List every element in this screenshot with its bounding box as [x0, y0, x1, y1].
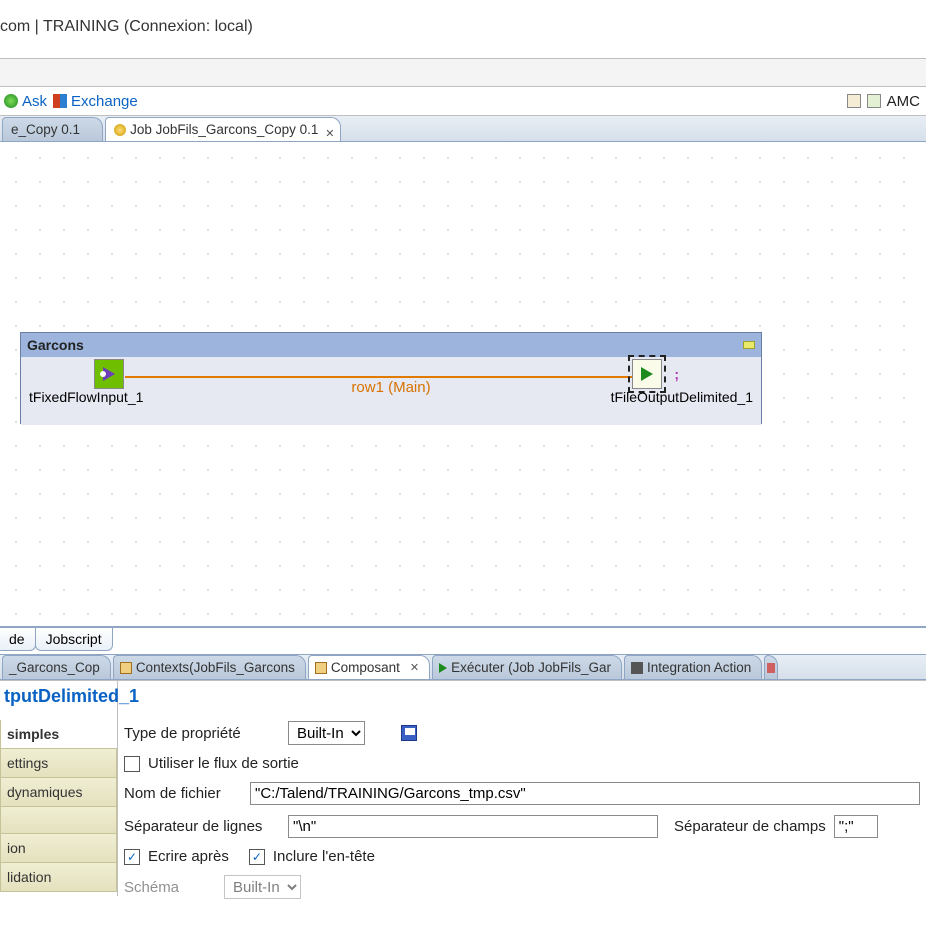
sidenav-ion[interactable]: ion [0, 833, 117, 863]
save-icon[interactable] [401, 725, 417, 741]
row-sep-label: Séparateur de lignes [124, 818, 280, 835]
row-separators: Séparateur de lignes Séparateur de champ… [124, 815, 920, 838]
toolbar-separator [0, 58, 926, 86]
write-after-label: Ecrire après [148, 848, 229, 865]
row-use-stream: Utiliser le flux de sortie [124, 755, 920, 772]
btab-more[interactable] [764, 655, 778, 679]
btab-integration[interactable]: Integration Action [624, 655, 762, 679]
property-type-select[interactable]: Built-In [288, 721, 365, 745]
subjob-title: Garcons [27, 337, 84, 353]
component-form: Type de propriété Built-In Utiliser le f… [118, 681, 926, 896]
btab-composant[interactable]: Composant ✕ [308, 655, 430, 679]
amc-icon-1[interactable] [847, 94, 861, 108]
use-stream-checkbox[interactable] [124, 756, 140, 772]
component-tfileoutputdelimited[interactable]: ; tFileOutputDelimited_1 [611, 359, 683, 405]
amc-icon-2[interactable] [867, 94, 881, 108]
include-header-label: Inclure l'en-tête [273, 848, 375, 865]
btab-label: Exécuter (Job JobFils_Gar [451, 656, 611, 680]
tab-label: Job JobFils_Garcons_Copy 0.1 [130, 118, 318, 142]
subjob-garcons[interactable]: Garcons tFixedFlowInput_1 row1 (Main) ; … [20, 332, 762, 424]
schema-select[interactable]: Built-In [224, 875, 301, 899]
exchange-icon [53, 94, 67, 108]
field-sep-input[interactable] [834, 815, 878, 838]
more-icon [767, 663, 775, 673]
design-canvas[interactable]: Garcons tFixedFlowInput_1 row1 (Main) ; … [0, 142, 926, 626]
tab-label: e_Copy 0.1 [11, 118, 80, 142]
include-header-checkbox[interactable] [249, 849, 265, 865]
close-icon[interactable]: ✕ [410, 656, 419, 680]
filename-label: Nom de fichier [124, 785, 242, 802]
midtab-jobscript[interactable]: Jobscript [35, 628, 113, 651]
btab-label: Integration Action [647, 656, 751, 680]
contexts-icon [120, 662, 132, 674]
sidenav-lidation[interactable]: lidation [0, 862, 117, 892]
sidenav-simples[interactable]: simples [0, 720, 117, 749]
midtab-de[interactable]: de [0, 628, 36, 651]
row-link[interactable] [125, 376, 639, 378]
btab-contexts[interactable]: Contexts(JobFils_Garcons [113, 655, 306, 679]
window-title: com | TRAINING (Connexion: local) [0, 0, 926, 58]
exchange-link[interactable]: Exchange [53, 93, 138, 110]
tab-jobfils-garcons[interactable]: Job JobFils_Garcons_Copy 0.1 ✕ [105, 117, 341, 141]
job-icon [114, 124, 126, 136]
filename-input[interactable] [250, 782, 920, 805]
component-panel: simples ettings dynamiques ion lidation … [0, 680, 926, 896]
tab-copy[interactable]: e_Copy 0.1 [2, 117, 103, 141]
schema-label: Schéma [124, 879, 216, 896]
collapse-icon[interactable] [743, 341, 755, 349]
subjob-body: tFixedFlowInput_1 row1 (Main) ; tFileOut… [21, 357, 761, 425]
sidenav-dynamiques[interactable]: dynamiques [0, 777, 117, 807]
use-stream-label: Utiliser le flux de sortie [148, 755, 299, 772]
toolbar: Ask Exchange AMC [0, 86, 926, 116]
amc-label[interactable]: AMC [887, 93, 920, 110]
run-icon [439, 663, 447, 673]
close-icon[interactable]: ✕ [325, 122, 334, 146]
subjob-header[interactable]: Garcons [21, 333, 761, 357]
ask-icon [4, 94, 18, 108]
btab-label: Composant [331, 656, 400, 680]
row-write-header: Ecrire après Inclure l'en-tête [124, 848, 920, 865]
ask-label: Ask [22, 93, 47, 110]
btab-executer[interactable]: Exécuter (Job JobFils_Gar [432, 655, 622, 679]
row-sep-input[interactable] [288, 815, 658, 838]
field-sep-label: Séparateur de champs [674, 818, 826, 835]
sidenav-blank[interactable] [0, 806, 117, 834]
exchange-label: Exchange [71, 93, 138, 110]
row-property-type: Type de propriété Built-In [124, 721, 920, 745]
btab-label: Contexts(JobFils_Garcons [136, 656, 295, 680]
property-type-label: Type de propriété [124, 725, 280, 742]
btab-label: _Garcons_Cop [9, 656, 100, 680]
sidenav-ettings[interactable]: ettings [0, 748, 117, 778]
row-filename: Nom de fichier [124, 782, 920, 805]
row-schema: Schéma Built-In [124, 875, 920, 899]
component-label: tFileOutputDelimited_1 [611, 389, 753, 405]
view-tabs: _Garcons_Cop Contexts(JobFils_Garcons Co… [0, 654, 926, 680]
component-icon [315, 662, 327, 674]
editor-tabs: e_Copy 0.1 Job JobFils_Garcons_Copy 0.1 … [0, 116, 926, 142]
integration-icon [631, 662, 643, 674]
tfileoutputdelimited-icon: ; [632, 359, 662, 389]
write-after-checkbox[interactable] [124, 849, 140, 865]
btab-garcons-cop[interactable]: _Garcons_Cop [2, 655, 111, 679]
ask-link[interactable]: Ask [4, 93, 47, 110]
designer-bottom-tabs: de Jobscript [0, 626, 926, 654]
panel-sidenav: simples ettings dynamiques ion lidation [0, 681, 118, 896]
